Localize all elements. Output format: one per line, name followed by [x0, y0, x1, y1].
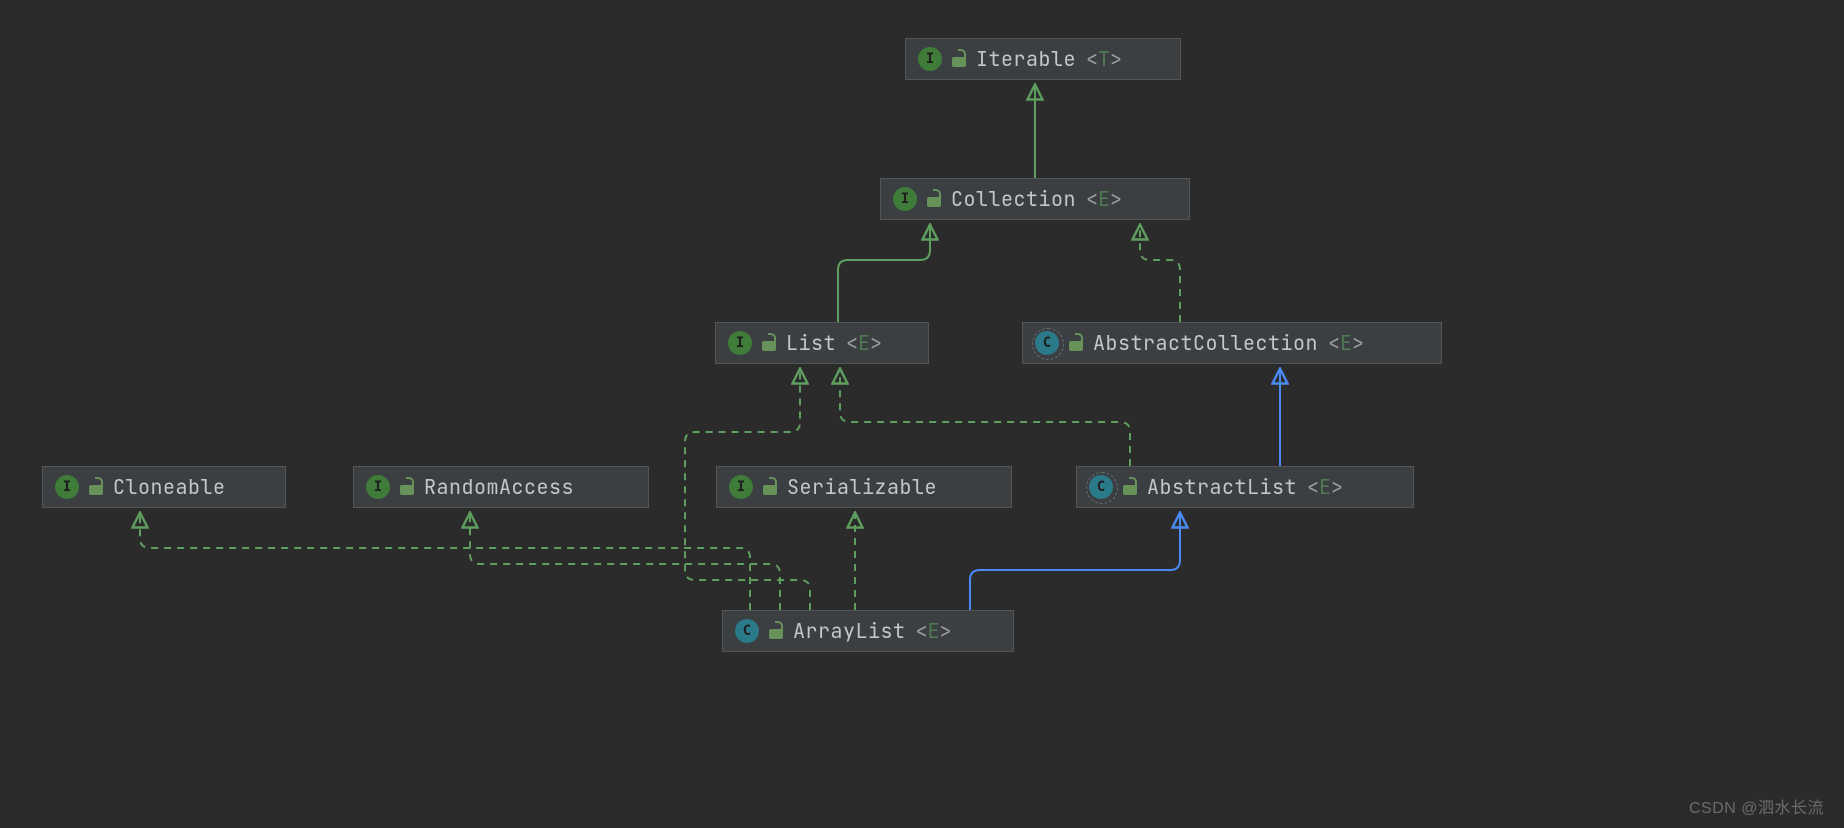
- edge-abstractcollection-collection: [1140, 226, 1180, 322]
- generic: <T>: [1086, 47, 1122, 71]
- interface-icon: I: [366, 475, 390, 499]
- generic: <E>: [916, 619, 952, 643]
- interface-icon: I: [918, 47, 942, 71]
- unlock-icon: [927, 191, 941, 207]
- watermark: CSDN @泗水长流: [1689, 794, 1824, 818]
- generic: <E>: [1086, 187, 1122, 211]
- type-name: AbstractList: [1147, 475, 1297, 499]
- node-cloneable[interactable]: I Cloneable: [42, 466, 286, 508]
- type-name: Cloneable: [113, 475, 226, 499]
- unlock-icon: [1123, 479, 1137, 495]
- generic: <E>: [1307, 475, 1343, 499]
- unlock-icon: [769, 623, 783, 639]
- edge-abstractlist-list: [840, 370, 1130, 466]
- interface-icon: I: [729, 475, 753, 499]
- abstract-class-icon: C: [1035, 331, 1059, 355]
- unlock-icon: [89, 479, 103, 495]
- type-name: Iterable: [976, 47, 1076, 71]
- interface-icon: I: [893, 187, 917, 211]
- interface-icon: I: [55, 475, 79, 499]
- unlock-icon: [952, 51, 966, 67]
- node-randomaccess[interactable]: I RandomAccess: [353, 466, 649, 508]
- node-arraylist[interactable]: C ArrayList <E>: [722, 610, 1014, 652]
- edge-list-collection: [838, 226, 930, 322]
- abstract-class-icon: C: [1089, 475, 1113, 499]
- edge-arraylist-cloneable: [140, 514, 750, 610]
- node-list[interactable]: I List <E>: [715, 322, 929, 364]
- generic: <E>: [846, 331, 882, 355]
- edges-layer: [0, 0, 1844, 828]
- interface-icon: I: [728, 331, 752, 355]
- unlock-icon: [763, 479, 777, 495]
- type-name: Serializable: [787, 475, 937, 499]
- type-name: List: [786, 331, 836, 355]
- type-name: AbstractCollection: [1093, 331, 1318, 355]
- node-abstractcollection[interactable]: C AbstractCollection <E>: [1022, 322, 1442, 364]
- node-serializable[interactable]: I Serializable: [716, 466, 1012, 508]
- edge-arraylist-randomaccess: [470, 514, 780, 610]
- node-collection[interactable]: I Collection <E>: [880, 178, 1190, 220]
- type-name: RandomAccess: [424, 475, 574, 499]
- class-hierarchy-diagram: I Iterable <T> I Collection <E> I List <…: [0, 0, 1844, 828]
- class-icon: C: [735, 619, 759, 643]
- type-name: ArrayList: [793, 619, 906, 643]
- unlock-icon: [1069, 335, 1083, 351]
- node-iterable[interactable]: I Iterable <T>: [905, 38, 1181, 80]
- type-name: Collection: [951, 187, 1076, 211]
- generic: <E>: [1328, 331, 1364, 355]
- unlock-icon: [400, 479, 414, 495]
- node-abstractlist[interactable]: C AbstractList <E>: [1076, 466, 1414, 508]
- unlock-icon: [762, 335, 776, 351]
- edge-arraylist-abstractlist: [970, 514, 1180, 610]
